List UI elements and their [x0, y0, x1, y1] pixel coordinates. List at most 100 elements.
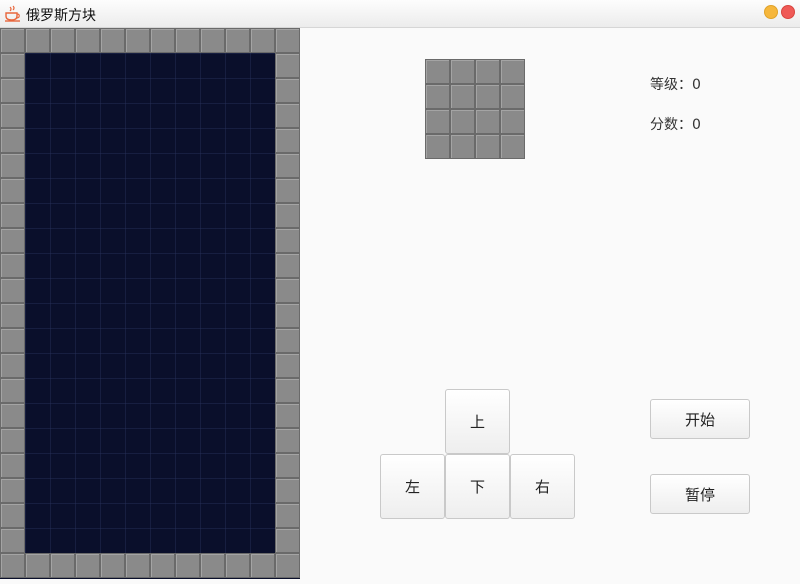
- wall-block: [250, 553, 275, 578]
- wall-block: [275, 253, 300, 278]
- wall-block: [225, 553, 250, 578]
- preview-cell: [450, 59, 475, 84]
- wall-block: [50, 28, 75, 53]
- wall-block: [0, 78, 25, 103]
- wall-block: [275, 103, 300, 128]
- wall-block: [275, 178, 300, 203]
- wall-block: [0, 278, 25, 303]
- wall-block: [275, 353, 300, 378]
- wall-block: [0, 453, 25, 478]
- wall-block: [275, 453, 300, 478]
- play-area: [25, 53, 275, 553]
- preview-cell: [450, 84, 475, 109]
- wall-block: [0, 203, 25, 228]
- wall-block: [0, 503, 25, 528]
- preview-cell: [475, 134, 500, 159]
- preview-cell: [425, 84, 450, 109]
- start-button[interactable]: 开始: [650, 399, 750, 439]
- wall-block: [50, 553, 75, 578]
- wall-block: [250, 28, 275, 53]
- wall-block: [0, 178, 25, 203]
- wall-block: [125, 28, 150, 53]
- wall-block: [0, 328, 25, 353]
- right-button[interactable]: 右: [510, 454, 575, 519]
- preview-cell: [425, 134, 450, 159]
- close-button[interactable]: [781, 5, 795, 19]
- wall-block: [275, 128, 300, 153]
- wall-block: [100, 28, 125, 53]
- wall-block: [0, 53, 25, 78]
- wall-block: [225, 28, 250, 53]
- preview-cell: [475, 84, 500, 109]
- wall-block: [0, 103, 25, 128]
- score-value: 0: [692, 117, 701, 133]
- wall-block: [150, 28, 175, 53]
- wall-block: [275, 403, 300, 428]
- preview-cell: [425, 109, 450, 134]
- wall-block: [275, 28, 300, 53]
- wall-block: [275, 303, 300, 328]
- wall-block: [0, 153, 25, 178]
- wall-block: [0, 478, 25, 503]
- down-button[interactable]: 下: [445, 454, 510, 519]
- wall-block: [125, 553, 150, 578]
- wall-block: [0, 528, 25, 553]
- wall-block: [0, 28, 25, 53]
- wall-block: [275, 203, 300, 228]
- wall-block: [25, 28, 50, 53]
- wall-block: [0, 253, 25, 278]
- wall-block: [0, 553, 25, 578]
- java-cup-icon: [5, 5, 20, 22]
- wall-block: [275, 278, 300, 303]
- wall-block: [100, 553, 125, 578]
- wall-block: [275, 78, 300, 103]
- wall-block: [200, 553, 225, 578]
- wall-block: [275, 378, 300, 403]
- preview-cell: [500, 84, 525, 109]
- level-display: 等级：0: [650, 74, 701, 94]
- preview-cell: [475, 109, 500, 134]
- wall-block: [75, 553, 100, 578]
- up-button[interactable]: 上: [445, 389, 510, 454]
- preview-cell: [450, 134, 475, 159]
- wall-block: [0, 403, 25, 428]
- preview-cell: [500, 59, 525, 84]
- wall-block: [275, 478, 300, 503]
- score-label: 分数：: [650, 117, 692, 133]
- next-piece-preview: [425, 59, 525, 159]
- wall-block: [275, 328, 300, 353]
- game-board: [0, 28, 300, 579]
- wall-block: [150, 553, 175, 578]
- wall-block: [0, 128, 25, 153]
- wall-block: [200, 28, 225, 53]
- preview-cell: [475, 59, 500, 84]
- left-button[interactable]: 左: [380, 454, 445, 519]
- wall-block: [275, 228, 300, 253]
- pause-button[interactable]: 暂停: [650, 474, 750, 514]
- wall-block: [275, 503, 300, 528]
- wall-block: [0, 353, 25, 378]
- wall-block: [275, 528, 300, 553]
- wall-block: [0, 228, 25, 253]
- preview-cell: [500, 109, 525, 134]
- wall-block: [275, 153, 300, 178]
- preview-cell: [425, 59, 450, 84]
- wall-block: [0, 378, 25, 403]
- wall-block: [275, 428, 300, 453]
- wall-block: [275, 553, 300, 578]
- preview-cell: [500, 134, 525, 159]
- wall-block: [0, 428, 25, 453]
- level-value: 0: [692, 77, 701, 93]
- wall-block: [25, 553, 50, 578]
- wall-block: [0, 303, 25, 328]
- minimize-button[interactable]: [764, 5, 778, 19]
- window-title: 俄罗斯方块: [26, 8, 96, 24]
- title-bar: 俄罗斯方块: [0, 0, 800, 28]
- wall-block: [75, 28, 100, 53]
- wall-block: [275, 53, 300, 78]
- preview-cell: [450, 109, 475, 134]
- level-label: 等级：: [650, 77, 692, 93]
- wall-block: [175, 28, 200, 53]
- score-display: 分数：0: [650, 114, 701, 134]
- wall-block: [175, 553, 200, 578]
